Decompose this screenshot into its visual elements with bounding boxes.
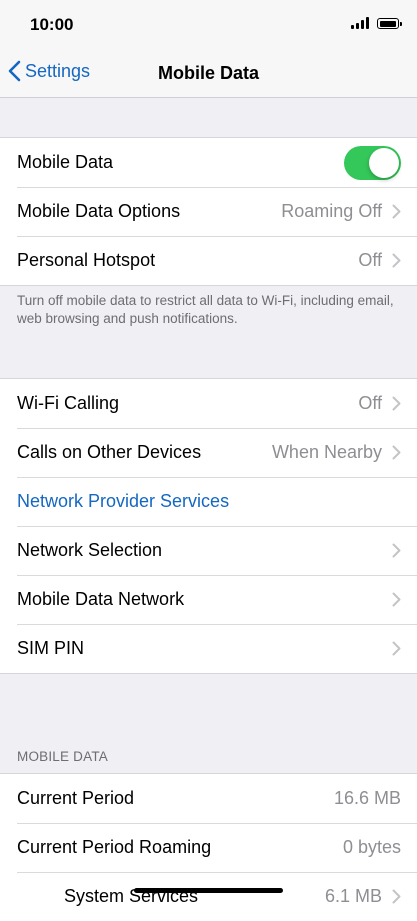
section-header-mobile-data: MOBILE DATA — [17, 749, 108, 764]
chevron-right-icon — [392, 592, 401, 607]
row-label: Network Selection — [17, 540, 163, 560]
row-label: Current Period — [17, 788, 135, 808]
toggle-knob — [369, 147, 399, 178]
row-network-selection[interactable]: Network Selection — [0, 526, 417, 575]
row-label: SIM PIN — [17, 638, 85, 658]
row-mobile-data: Mobile Data — [0, 138, 417, 187]
page-title: Mobile Data — [157, 63, 259, 83]
row-value: 16.6 MB — [333, 788, 401, 808]
cellular-signal-icon — [351, 17, 369, 29]
home-indicator[interactable] — [134, 888, 283, 893]
row-label: Mobile Data Network — [17, 589, 185, 609]
row-value: 6.1 MB — [324, 886, 382, 906]
row-label: Mobile Data Options — [17, 201, 181, 221]
usage-group: Current Period 16.6 MB Current Period Ro… — [0, 773, 417, 921]
row-current-period: Current Period 16.6 MB — [0, 774, 417, 823]
navigation-bar: Settings Mobile Data — [0, 50, 417, 98]
row-mobile-data-network[interactable]: Mobile Data Network — [0, 575, 417, 624]
row-mobile-data-options[interactable]: Mobile Data Options Roaming Off — [0, 187, 417, 236]
network-provider-services-link[interactable]: Network Provider Services — [17, 491, 401, 512]
status-bar: 10:00 — [0, 0, 417, 50]
mobile-data-group: Mobile Data Mobile Data Options Roaming … — [0, 137, 417, 286]
row-value: Off — [358, 250, 382, 270]
chevron-right-icon — [392, 253, 401, 268]
chevron-right-icon — [392, 396, 401, 411]
chevron-right-icon — [392, 445, 401, 460]
row-value: Off — [358, 393, 382, 413]
row-label: Calls on Other Devices — [17, 442, 202, 462]
row-calls-on-other-devices[interactable]: Calls on Other Devices When Nearby — [0, 428, 417, 477]
chevron-right-icon — [392, 641, 401, 656]
row-label: Personal Hotspot — [17, 250, 156, 270]
row-value: Roaming Off — [281, 201, 382, 221]
row-sim-pin[interactable]: SIM PIN — [0, 624, 417, 673]
row-value: 0 bytes — [342, 837, 401, 857]
calling-network-group: Wi-Fi Calling Off Calls on Other Devices… — [0, 378, 417, 674]
row-label: Current Period Roaming — [17, 837, 212, 857]
row-network-provider-services[interactable]: Network Provider Services — [0, 477, 417, 526]
row-current-period-roaming: Current Period Roaming 0 bytes — [0, 823, 417, 872]
mobile-data-toggle[interactable] — [344, 145, 401, 180]
row-label: Wi-Fi Calling — [17, 393, 120, 413]
mobile-data-footer-note: Turn off mobile data to restrict all dat… — [17, 293, 394, 326]
status-time: 10:00 — [30, 15, 74, 34]
row-wifi-calling[interactable]: Wi-Fi Calling Off — [0, 379, 417, 428]
row-personal-hotspot[interactable]: Personal Hotspot Off — [0, 236, 417, 285]
chevron-right-icon — [392, 204, 401, 219]
chevron-right-icon — [392, 889, 401, 904]
row-label: Mobile Data — [17, 152, 114, 172]
status-icons — [351, 17, 402, 29]
battery-icon — [377, 18, 402, 29]
row-value: When Nearby — [271, 442, 382, 462]
row-system-services[interactable]: System Services 6.1 MB — [0, 872, 417, 921]
chevron-right-icon — [392, 543, 401, 558]
